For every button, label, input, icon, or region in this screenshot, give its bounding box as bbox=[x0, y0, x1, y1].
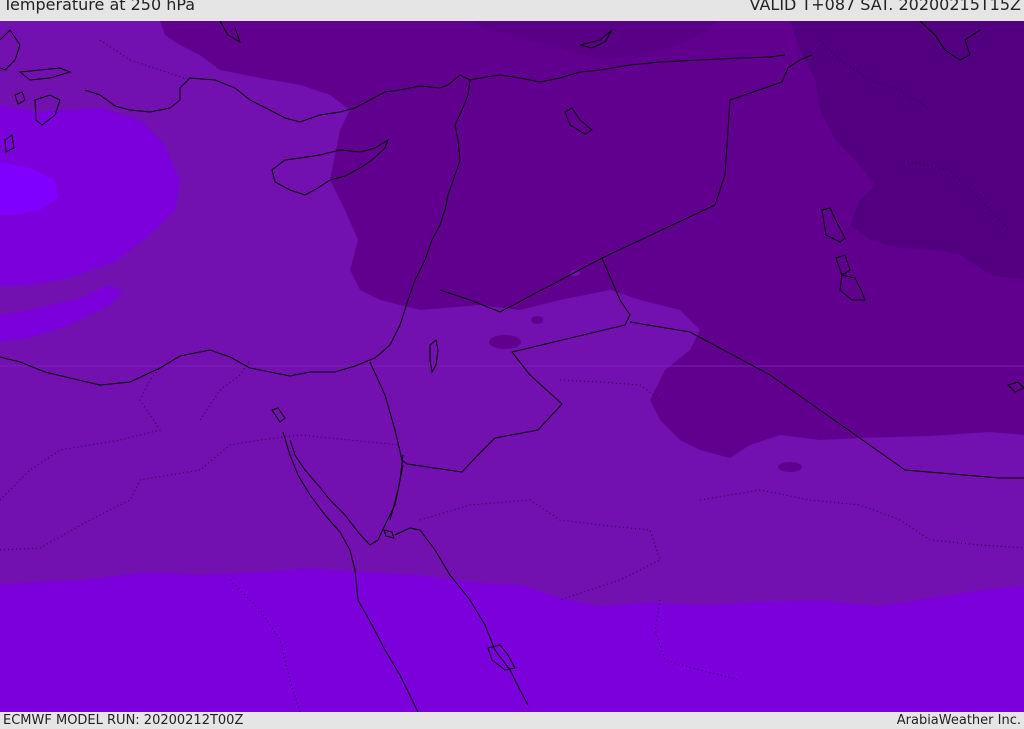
credit-label: ArabiaWeather Inc. bbox=[896, 713, 1021, 728]
map-frame: Temperature at 250 hPa VALID T+087 SAT. … bbox=[0, 0, 1024, 729]
map-title: Temperature at 250 hPa bbox=[3, 0, 196, 14]
temperature-map bbox=[0, 21, 1024, 712]
map-canvas bbox=[0, 21, 1024, 712]
map-footer: ECMWF MODEL RUN: 20200212T00Z ArabiaWeat… bbox=[0, 712, 1024, 729]
temperature-patch-cold-1 bbox=[778, 462, 802, 472]
map-header: Temperature at 250 hPa VALID T+087 SAT. … bbox=[0, 0, 1024, 21]
temperature-patch-cold-2 bbox=[489, 335, 521, 349]
model-run-label: ECMWF MODEL RUN: 20200212T00Z bbox=[3, 713, 244, 728]
temperature-patch-cold-3 bbox=[531, 316, 543, 324]
valid-time-label: VALID T+087 SAT. 20200215T15Z bbox=[749, 0, 1021, 14]
